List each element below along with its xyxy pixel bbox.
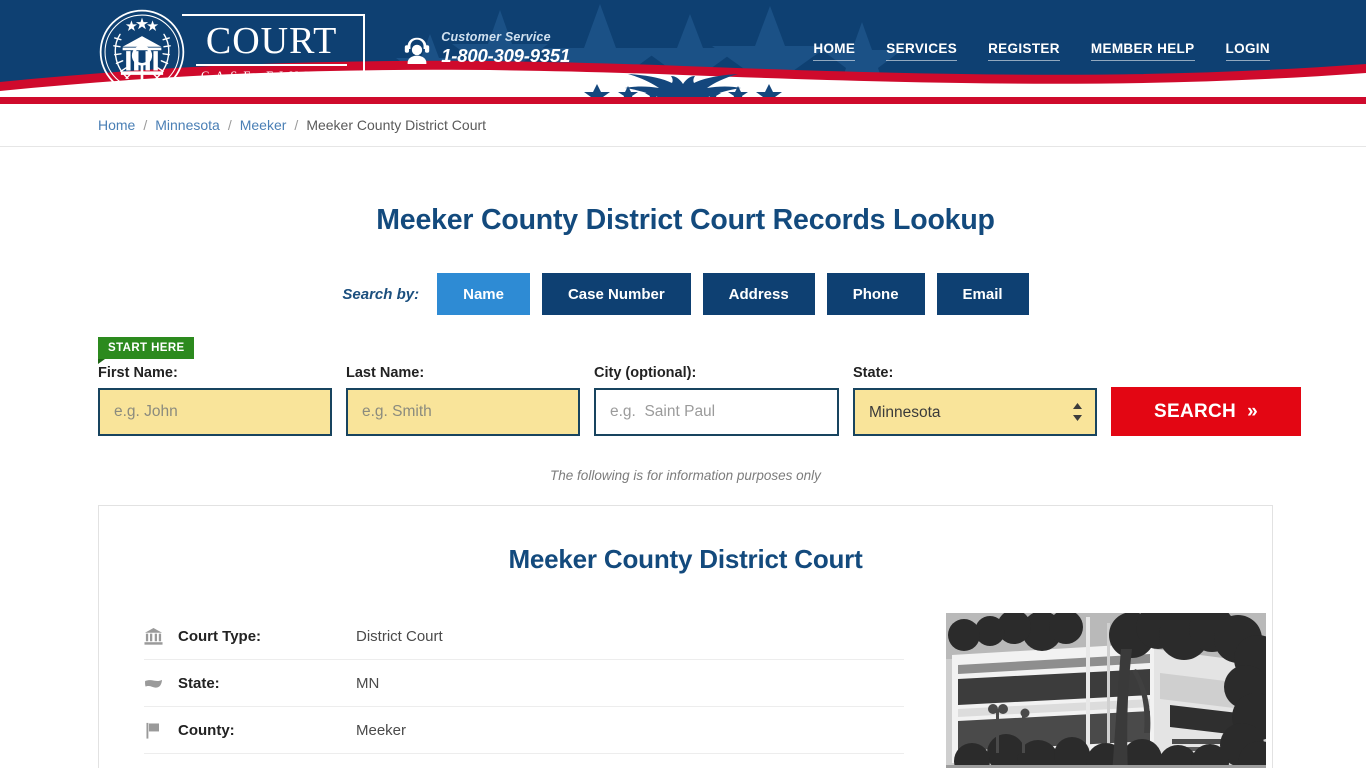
customer-service-block: Customer Service 1-800-309-9351 — [402, 30, 570, 67]
last-name-input[interactable] — [346, 388, 580, 436]
detail-label-county: County: — [178, 721, 235, 739]
logo-word-subtitle: CASE FINDER — [201, 69, 348, 84]
breadcrumb-item-current: Meeker County District Court — [306, 117, 487, 133]
breadcrumb-item-home[interactable]: Home — [98, 117, 135, 133]
header-red-stripe — [0, 97, 1366, 104]
detail-label-state: State: — [178, 674, 220, 692]
nav-member-help[interactable]: MEMBER HELP — [1090, 41, 1195, 61]
first-name-label: First Name: — [98, 365, 178, 381]
city-field-group: City (optional): — [594, 365, 839, 436]
disclaimer-text: The following is for information purpose… — [550, 468, 821, 483]
logo-word-court: COURT — [205, 20, 338, 63]
nav-register[interactable]: REGISTER — [988, 41, 1060, 61]
search-button[interactable]: SEARCH » — [1111, 387, 1301, 436]
detail-row-state: State: MN — [144, 660, 904, 707]
first-name-input[interactable] — [98, 388, 332, 436]
detail-row-county: County: Meeker — [144, 707, 904, 754]
court-detail-list: Court Type: District Court State: MN Cou… — [144, 613, 904, 768]
main-navigation: HOME SERVICES REGISTER MEMBER HELP LOGIN — [813, 41, 1273, 61]
bank-building-icon — [144, 627, 178, 646]
detail-value-court-type: District Court — [356, 627, 443, 645]
breadcrumb-item-meeker[interactable]: Meeker — [240, 117, 287, 133]
breadcrumb-separator: / — [227, 117, 232, 133]
tab-case-number[interactable]: Case Number — [541, 273, 691, 315]
detail-value-county: Meeker — [356, 721, 407, 739]
court-info-card: Meeker County District Court Court Type:… — [98, 505, 1273, 768]
search-by-label: Search by: — [342, 285, 420, 303]
breadcrumb: Home / Minnesota / Meeker / Meeker Count… — [93, 117, 1273, 133]
double-chevron-right-icon: » — [1247, 400, 1258, 422]
card-title: Meeker County District Court — [508, 544, 863, 574]
detail-row-court-type: Court Type: District Court — [144, 613, 904, 660]
headset-support-icon — [405, 37, 430, 64]
court-search-form: First Name: Last Name: City (optional): … — [98, 365, 1301, 436]
courthouse-photo — [946, 613, 1266, 768]
court-seal-emblem-icon — [99, 9, 185, 95]
site-header: COURT CASE FINDER Customer Service 1-800… — [0, 0, 1366, 104]
breadcrumb-separator: / — [143, 117, 148, 133]
tab-phone[interactable]: Phone — [826, 273, 925, 315]
tab-name[interactable]: Name — [437, 273, 530, 315]
us-map-icon — [144, 674, 178, 693]
last-name-label: Last Name: — [346, 365, 425, 381]
detail-label-court-type: Court Type: — [178, 627, 262, 645]
page-title: Meeker County District Court Records Loo… — [376, 204, 995, 236]
last-name-field-group: Last Name: — [346, 365, 580, 436]
customer-service-phone[interactable]: 1-800-309-9351 — [441, 45, 570, 67]
logo-divider — [196, 64, 348, 67]
search-by-tabs: Search by: Name Case Number Address Phon… — [98, 273, 1273, 315]
search-button-label: SEARCH — [1154, 400, 1237, 422]
nav-home[interactable]: HOME — [813, 41, 856, 61]
state-label: State: — [853, 365, 894, 381]
main-content: Meeker County District Court Records Loo… — [93, 204, 1301, 768]
detail-value-state: MN — [356, 674, 380, 692]
start-here-badge: START HERE — [98, 337, 194, 364]
breadcrumb-item-minnesota[interactable]: Minnesota — [155, 117, 220, 133]
state-select[interactable]: Minnesota — [853, 388, 1097, 436]
site-logo[interactable]: COURT CASE FINDER — [98, 8, 366, 96]
state-field-group: State: Minnesota — [853, 365, 1097, 436]
tab-email[interactable]: Email — [936, 273, 1029, 315]
city-input[interactable] — [594, 388, 839, 436]
breadcrumb-bar: Home / Minnesota / Meeker / Meeker Count… — [0, 104, 1366, 147]
customer-service-label: Customer Service — [441, 30, 551, 44]
tab-address[interactable]: Address — [702, 273, 815, 315]
breadcrumb-separator: / — [294, 117, 299, 133]
city-label: City (optional): — [594, 365, 697, 381]
first-name-field-group: First Name: — [98, 365, 332, 436]
nav-login[interactable]: LOGIN — [1225, 41, 1270, 61]
flag-icon — [144, 721, 178, 740]
nav-services[interactable]: SERVICES — [886, 41, 958, 61]
